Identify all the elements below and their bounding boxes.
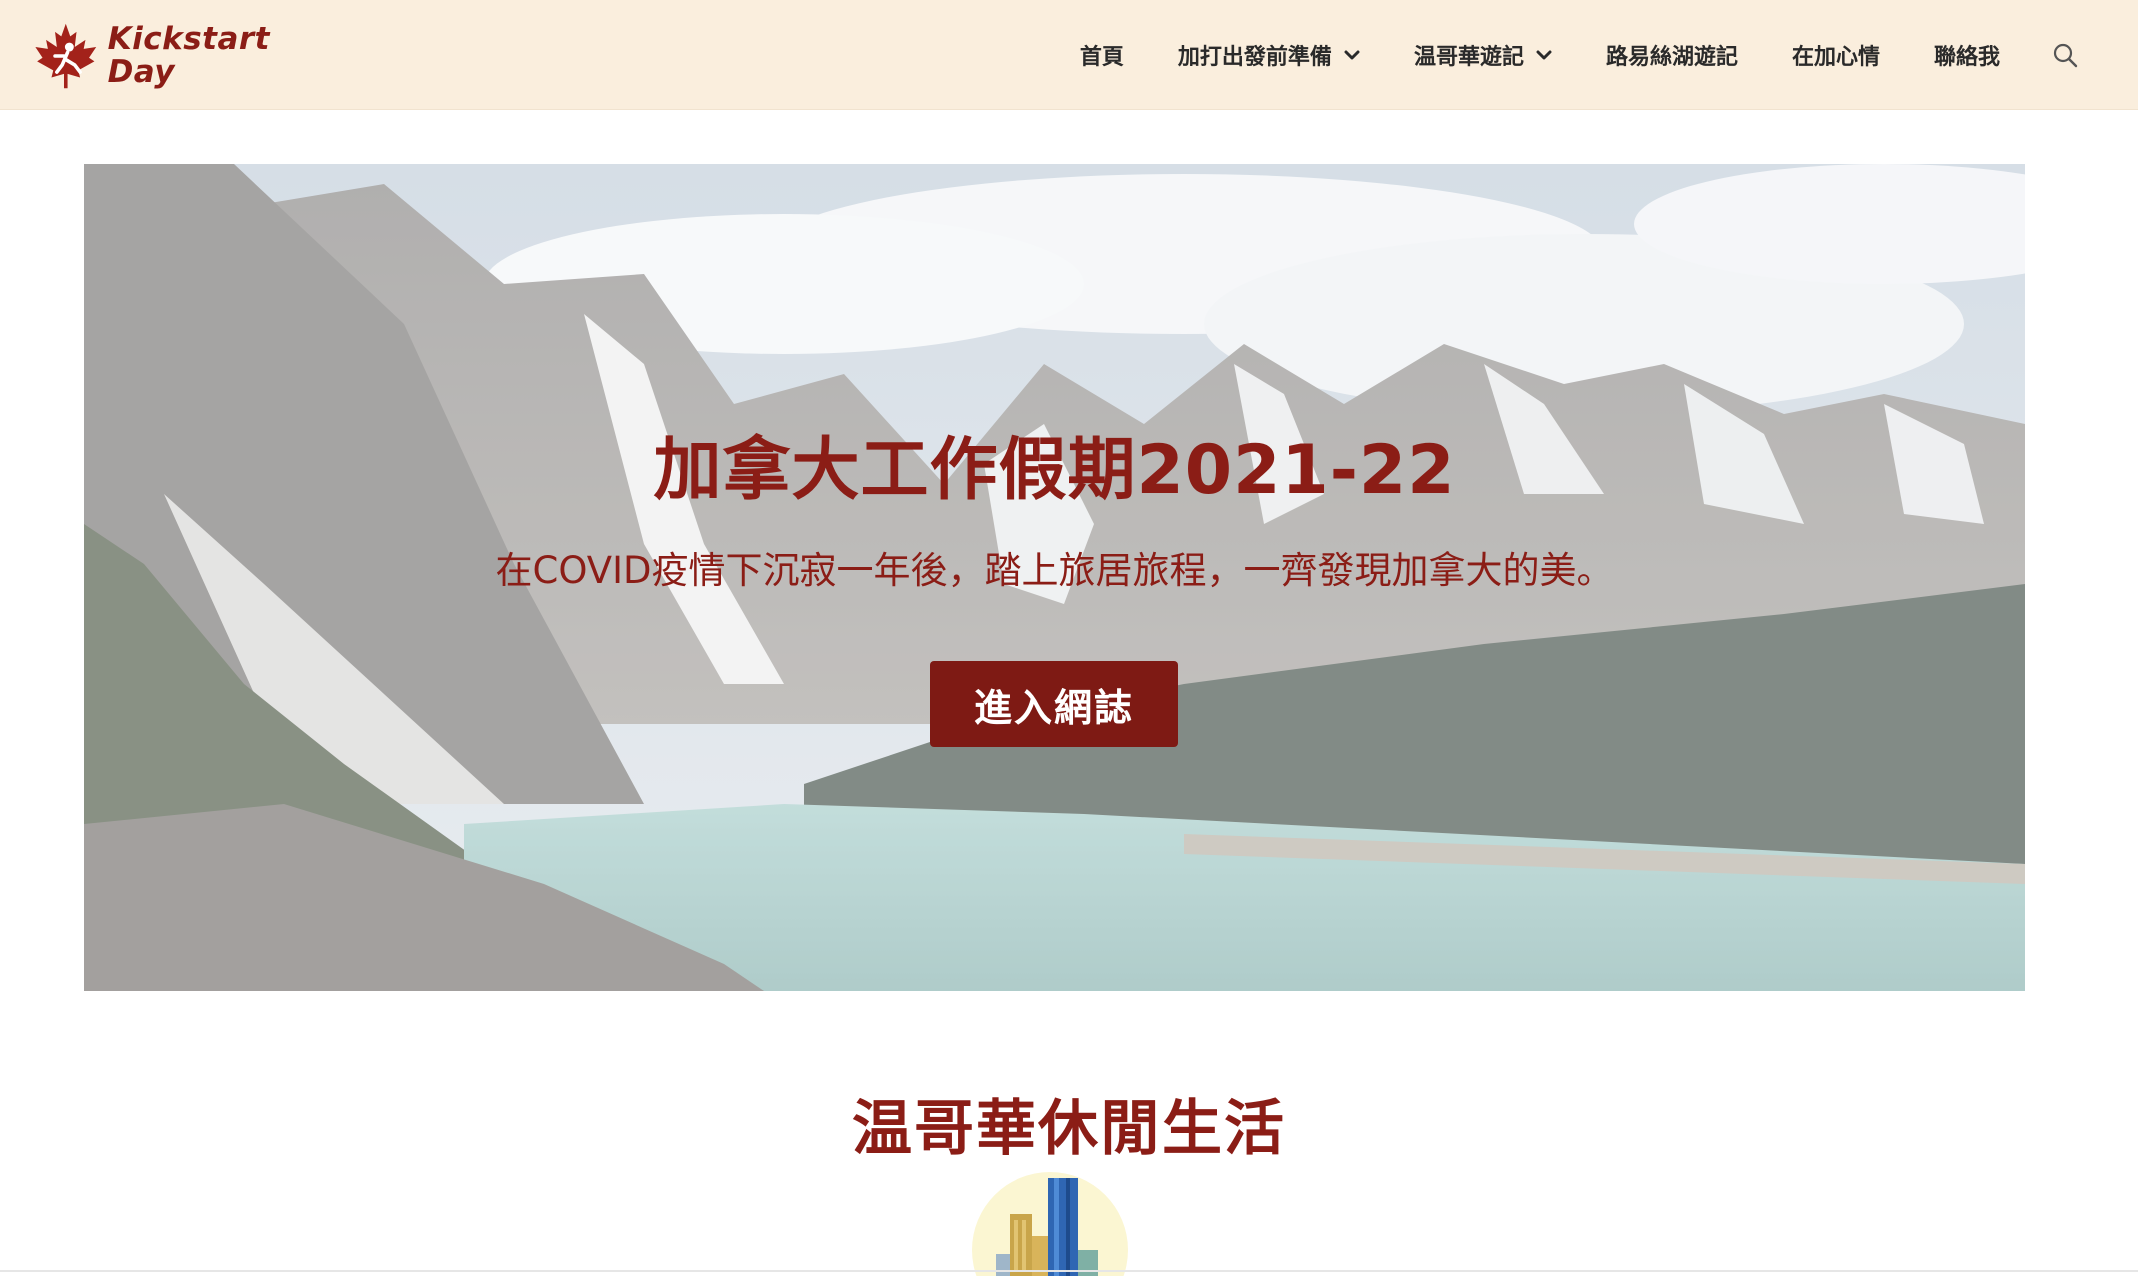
nav-item-label: 首頁 — [1079, 45, 1124, 70]
divider — [0, 1270, 2138, 1272]
chevron-down-icon — [1536, 50, 1552, 60]
nav-item-preparation[interactable]: 加打出發前準備 — [1178, 39, 1360, 71]
nav-item-lake-louise[interactable]: 路易絲湖遊記 — [1606, 39, 1738, 71]
brand-name-line1: Kickstart — [107, 21, 270, 57]
nav-item-contact[interactable]: 聯絡我 — [1934, 39, 2000, 71]
hero-subtitle: 在COVID疫情下沉寂一年後，踏上旅居旅程，一齊發現加拿大的美。 — [495, 549, 1614, 592]
nav-item-label: 路易絲湖遊記 — [1605, 45, 1738, 70]
nav-item-home[interactable]: 首頁 — [1080, 39, 1124, 71]
section-title: 温哥華休閒生活 — [852, 1094, 1286, 1164]
enter-blog-button[interactable]: 進入網誌 — [930, 661, 1178, 747]
nav-item-vancouver[interactable]: 温哥華遊記 — [1414, 39, 1552, 71]
nav-item-label: 加打出發前準備 — [1177, 45, 1332, 70]
vancouver-city-illustration — [970, 1170, 1130, 1276]
hero-title: 加拿大工作假期2021-22 — [653, 431, 1456, 510]
nav-item-label: 温哥華遊記 — [1413, 45, 1524, 70]
brand-name-line2: Day — [107, 54, 175, 90]
brand-name: Kickstart Day — [108, 23, 270, 89]
chevron-down-icon — [1344, 50, 1360, 60]
site-header: Kickstart Day 首頁 加打出發前準備 温哥華遊記 路易絲湖遊記 在加… — [0, 0, 2138, 110]
nav-item-mood[interactable]: 在加心情 — [1792, 39, 1880, 71]
search-icon — [2053, 43, 2078, 68]
main-nav: 首頁 加打出發前準備 温哥華遊記 路易絲湖遊記 在加心情 聯絡我 — [1080, 0, 2080, 110]
maple-leaf-icon — [35, 23, 97, 89]
nav-item-label: 聯絡我 — [1933, 45, 2000, 70]
site-logo[interactable]: Kickstart Day — [30, 16, 270, 96]
hero-banner: 加拿大工作假期2021-22 在COVID疫情下沉寂一年後，踏上旅居旅程，一齊發… — [84, 164, 2025, 991]
search-button[interactable] — [2050, 40, 2080, 70]
nav-item-label: 在加心情 — [1791, 45, 1880, 70]
